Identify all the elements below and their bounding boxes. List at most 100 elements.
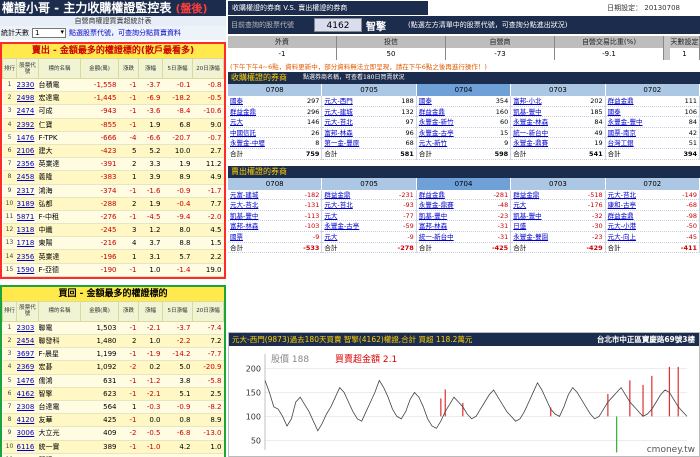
broker-name-link[interactable]: 第一金-豐原 xyxy=(322,138,389,148)
broker-name-link[interactable]: 中國信託 xyxy=(228,128,295,138)
amount-cell: 389 xyxy=(80,440,119,454)
broker-name-link[interactable]: 群益金鼎 xyxy=(322,190,389,200)
20d-cell: -5.8 xyxy=(192,374,224,388)
broker-name-link[interactable]: 群益金鼎 xyxy=(606,211,673,221)
broker-name-link[interactable]: 富邦-小北 xyxy=(511,96,578,106)
stock-code-link[interactable]: 4120 xyxy=(16,413,39,428)
stock-code-link[interactable]: 2317 xyxy=(16,184,39,198)
rank-cell: 8 xyxy=(2,170,17,185)
broker-qty: -231 xyxy=(399,190,414,199)
broker-name-link[interactable]: 群益金鼎 xyxy=(228,107,295,117)
stock-code-link[interactable]: 2356 xyxy=(16,157,39,172)
y-tick-label: 200 xyxy=(246,364,261,373)
broker-name-link[interactable]: 元大-苔北 xyxy=(606,190,673,200)
stock-code-link[interactable]: 2303 xyxy=(16,321,39,336)
broker-name-link[interactable]: 永豐金-新竹 xyxy=(417,117,484,127)
stock-code-link[interactable]: 3189 xyxy=(16,197,39,211)
stock-code-link[interactable]: 2474 xyxy=(16,104,39,119)
broker-row: 群益金鼎 160 xyxy=(416,107,511,118)
broker-name-link[interactable]: 富邦-林森 xyxy=(417,221,484,231)
stock-code-link[interactable]: 1318 xyxy=(16,223,39,238)
broker-name-link[interactable]: 台灣工銀 xyxy=(606,138,673,148)
broker-name-link[interactable]: 統一-新台中 xyxy=(417,232,484,242)
broker-name-link[interactable]: 元大-苔北 xyxy=(228,200,295,210)
broker-name-link[interactable]: 元大-苔北 xyxy=(322,200,389,210)
query-code-input[interactable]: 4162 xyxy=(314,18,362,32)
broker-name-link[interactable]: 永豐金-中壢 xyxy=(228,138,295,148)
broker-name-link[interactable]: 元大-建城 xyxy=(322,107,389,117)
stock-code-link[interactable]: 1476 xyxy=(16,374,39,388)
date-header: 0708 xyxy=(228,177,323,190)
broker-name-link[interactable]: 凱基-豐中 xyxy=(417,211,484,221)
stock-name-cell: 聯電 xyxy=(38,321,81,336)
stats-value[interactable]: 1 xyxy=(670,48,699,60)
20d-cell: -7.7 xyxy=(192,347,224,362)
stock-code-link[interactable]: 2106 xyxy=(16,144,39,159)
column-header: 標的名稱 xyxy=(38,58,81,79)
broker-name-link[interactable]: 永豐金-鼎賽 xyxy=(417,200,484,210)
total-row: 合計 598 xyxy=(416,149,511,160)
broker-name-link[interactable]: 永豐金-豐中 xyxy=(606,117,673,127)
days-select[interactable]: 1 xyxy=(32,28,66,38)
stock-code-link[interactable]: 3006 xyxy=(16,426,39,441)
stock-code-link[interactable]: 3697 xyxy=(16,347,39,362)
broker-name-link[interactable]: 永豐金-林森 xyxy=(511,117,578,127)
stock-code-link[interactable]: 2498 xyxy=(16,91,39,106)
pct-cell: 1.0 xyxy=(138,263,163,277)
broker-name-link[interactable]: 康和-古亭 xyxy=(606,200,673,210)
stock-code-link[interactable]: 1476 xyxy=(16,131,39,145)
broker-qty: 581 xyxy=(400,149,414,158)
stock-code-link[interactable]: 2356 xyxy=(16,249,39,264)
stock-code-link[interactable]: 2454 xyxy=(16,334,39,349)
broker-name-link[interactable]: 永豐金-古亭 xyxy=(322,221,389,231)
broker-name-link[interactable]: 群益金鼎 xyxy=(511,190,578,200)
broker-name-link[interactable]: 元大-小港 xyxy=(606,221,673,231)
rank-cell: 15 xyxy=(2,263,17,277)
stats-value: -9.1 xyxy=(555,48,663,60)
broker-name-link[interactable]: 群益金鼎 xyxy=(606,96,673,106)
stock-code-link[interactable]: 2308 xyxy=(16,400,39,415)
broker-name-link[interactable]: 富邦-林森 xyxy=(322,128,389,138)
stock-code-link[interactable]: 1718 xyxy=(16,236,39,251)
broker-name-link[interactable]: 國泰 xyxy=(417,96,484,106)
broker-name-link[interactable]: 元大 xyxy=(322,232,389,242)
date-setting: 日期設定： 20130708 xyxy=(607,4,680,12)
broker-name-link[interactable]: 元富-建城 xyxy=(228,190,295,200)
stock-code-link[interactable]: 2369 xyxy=(16,360,39,375)
stock-code-link[interactable]: 8255 xyxy=(16,453,39,457)
broker-name-link[interactable]: 永豐金-鼎賽 xyxy=(511,138,578,148)
stock-code-link[interactable]: 2330 xyxy=(16,78,39,93)
stock-code-link[interactable]: 5871 xyxy=(16,210,39,225)
stock-code-link[interactable]: 4162 xyxy=(16,387,39,401)
broker-name-link[interactable]: 群益金鼎 xyxy=(417,107,484,117)
broker-name-link[interactable]: 國票-南京 xyxy=(606,128,673,138)
broker-name-link[interactable]: 元大-向上 xyxy=(606,232,673,242)
broker-name-link[interactable]: 元大 xyxy=(228,117,295,127)
broker-name-link[interactable]: 凱基-豐中 xyxy=(511,107,578,117)
broker-name-link[interactable]: 元大-苔北 xyxy=(322,117,389,127)
pct-cell: 3.3 xyxy=(138,157,163,172)
stock-code-link[interactable]: 2392 xyxy=(16,118,39,132)
broker-name-link[interactable]: 國泰 xyxy=(606,107,673,117)
date-value[interactable]: 20130708 xyxy=(644,4,680,12)
broker-name-link[interactable]: 凱基-豐中 xyxy=(511,211,578,221)
rank-cell: 10 xyxy=(2,440,17,454)
change-cell: -2 xyxy=(118,426,139,441)
broker-name-link[interactable]: 元大 xyxy=(322,211,389,221)
broker-columns: 元富-建城 -182 元大-苔北 -131 凱基-豐中 -113 富邦-林森 -103 國票 -9… xyxy=(228,189,700,254)
broker-name-link[interactable]: 元大-新竹 xyxy=(417,138,484,148)
broker-name-link[interactable]: 國泰 xyxy=(228,96,295,106)
broker-name-link[interactable]: 統一-新台中 xyxy=(511,128,578,138)
broker-name-link[interactable]: 永豐金-雙園 xyxy=(511,232,578,242)
broker-name-link[interactable]: 國票 xyxy=(228,232,295,242)
broker-name-link[interactable]: 凱基-豐中 xyxy=(228,211,295,221)
broker-name-link[interactable]: 群益金鼎 xyxy=(417,190,484,200)
stock-code-link[interactable]: 1590 xyxy=(16,263,39,277)
broker-name-link[interactable]: 日盛 xyxy=(511,221,578,231)
broker-name-link[interactable]: 元大-西門 xyxy=(322,96,389,106)
broker-name-link[interactable]: 元大 xyxy=(511,200,578,210)
broker-name-link[interactable]: 永豐金-古亭 xyxy=(417,128,484,138)
stock-code-link[interactable]: 2458 xyxy=(16,170,39,185)
broker-name-link[interactable]: 富邦-林森 xyxy=(228,221,295,231)
stock-code-link[interactable]: 6116 xyxy=(16,440,39,454)
